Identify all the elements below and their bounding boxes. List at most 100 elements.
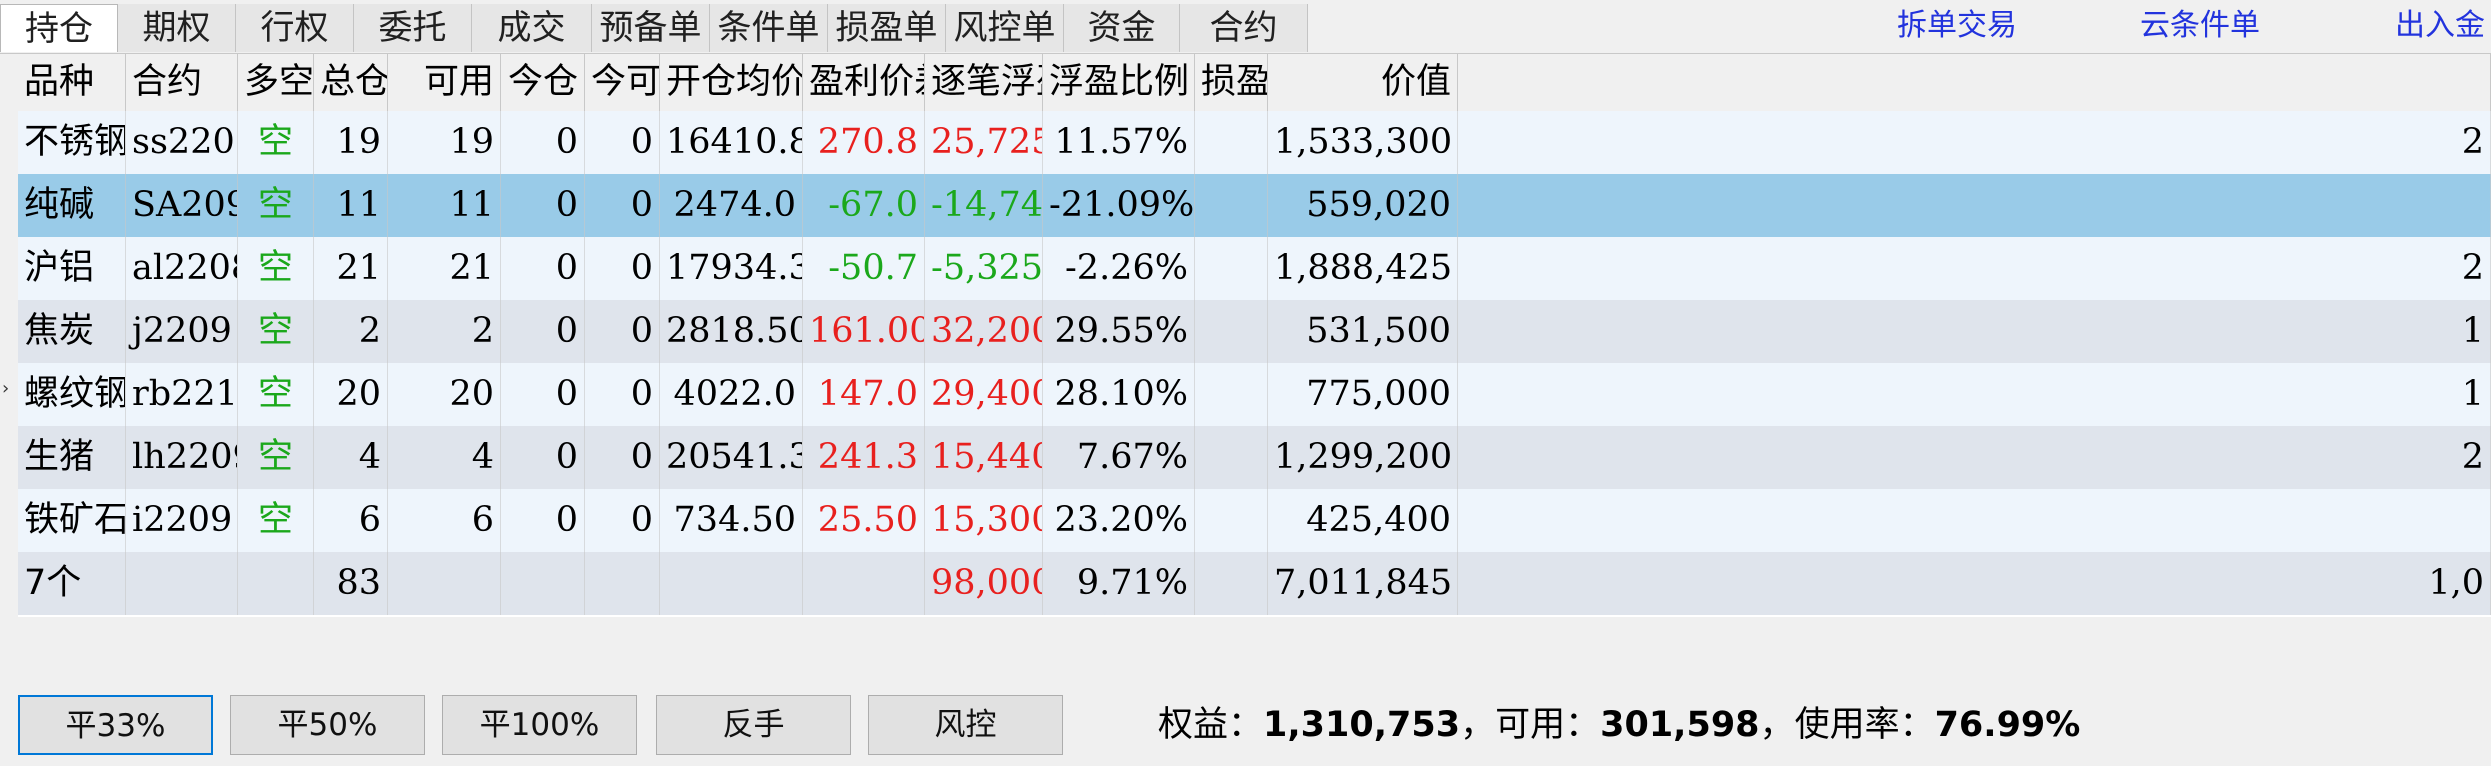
header-direction[interactable]: 多空 xyxy=(238,54,314,111)
cell-contract: ss2208 xyxy=(126,111,238,174)
header-total-qty[interactable]: 总仓 xyxy=(314,54,388,111)
tab-1[interactable]: 期权 xyxy=(118,4,236,52)
cell-stop-profit-loss xyxy=(1195,237,1268,300)
header-today-available[interactable]: 今可用 xyxy=(585,54,660,111)
table-row[interactable]: 螺纹钢rb2210空2020004022.0147.029,40028.10%7… xyxy=(18,363,2491,426)
header-product[interactable]: 品种 xyxy=(18,54,126,111)
cell-float-pnl: -5,325 xyxy=(925,237,1043,300)
cell-contract: j2209 xyxy=(126,300,238,363)
table-row[interactable]: 不锈钢ss2208空19190016410.8270.825,72511.57%… xyxy=(18,111,2491,174)
cell-contract: rb2210 xyxy=(126,363,238,426)
cell-product: 沪铝 xyxy=(18,237,126,300)
risk-control-button[interactable]: 风控 xyxy=(868,695,1063,755)
total-pnl-ratio: 9.71% xyxy=(1043,552,1195,615)
cell-float-pnl: 15,300 xyxy=(925,489,1043,552)
tab-4[interactable]: 成交 xyxy=(472,4,592,52)
cell-market-value: 775,000 xyxy=(1268,363,1458,426)
reverse-position-button[interactable]: 反手 xyxy=(656,695,851,755)
table-row[interactable]: 纯碱SA209空1111002474.0-67.0-14,740-21.09%5… xyxy=(18,174,2491,237)
cell-today-available: 0 xyxy=(585,489,660,552)
cell-float-pnl: 32,200 xyxy=(925,300,1043,363)
tab-6[interactable]: 条件单 xyxy=(710,4,828,52)
cell-total-qty: 19 xyxy=(314,111,388,174)
tab-7[interactable]: 损盈单 xyxy=(828,4,946,52)
cell-product: 生猪 xyxy=(18,426,126,489)
cell-open-avg-price: 16410.8 xyxy=(660,111,803,174)
cell-stop-profit-loss xyxy=(1195,174,1268,237)
table-row[interactable]: 焦炭 j2209 空 2 2 0 0 2818.50 161.00 32,200 29.55% 531… xyxy=(18,300,2491,363)
equity-value: 1,310,753 xyxy=(1263,705,1461,745)
cell-product: 铁矿石 xyxy=(18,489,126,552)
tab-3[interactable]: 委托 xyxy=(354,4,472,52)
tab-0[interactable]: 持仓 xyxy=(0,4,118,52)
close-33-button[interactable]: 平33% xyxy=(18,695,213,755)
header-float-pnl[interactable]: 逐笔浮盈 xyxy=(925,54,1043,111)
header-pnl-ratio[interactable]: 浮盈比例 xyxy=(1043,54,1195,111)
summary-separator: ， xyxy=(1460,705,1496,745)
summary-separator: ， xyxy=(1759,705,1795,745)
header-market-value[interactable]: 价值 xyxy=(1268,54,1458,111)
cell-market-value: 1,299,200 xyxy=(1268,426,1458,489)
cell-profit-spread: 147.0 xyxy=(803,363,925,426)
header-available-qty[interactable]: 可用 xyxy=(388,54,501,111)
cell-today-qty: 0 xyxy=(501,426,585,489)
header-stop-profit-loss[interactable]: 损盈 xyxy=(1195,54,1268,111)
table-row[interactable]: 沪铝al2208空21210017934.3-50.7-5,325-2.26%1… xyxy=(18,237,2491,300)
cloud-condition-order-link[interactable]: 云条件单 xyxy=(2140,6,2260,46)
account-summary: 权益：1,310,753，可用：301,598，使用率：76.99% xyxy=(1158,698,2080,752)
total-stop-profit-loss xyxy=(1195,552,1268,615)
table-row[interactable]: 铁矿石 i2209 空 6 6 0 0 734.50 25.50 15,300 23.20% 425,… xyxy=(18,489,2491,552)
cell-today-available: 0 xyxy=(585,237,660,300)
cell-today-available: 0 xyxy=(585,300,660,363)
table-header: 品种合约多空总仓可用今仓今可用开仓均价盈利价差逐笔浮盈浮盈比例损盈价值 xyxy=(18,54,2491,112)
cell-market-value: 559,020 xyxy=(1268,174,1458,237)
total-open-avg-price xyxy=(660,552,803,615)
total-product: 7个 xyxy=(18,552,126,615)
cell-profit-spread: -50.7 xyxy=(803,237,925,300)
total-contract xyxy=(126,552,238,615)
cell-pnl-ratio: 23.20% xyxy=(1043,489,1195,552)
cell-available-qty: 4 xyxy=(388,426,501,489)
cell-today-qty: 0 xyxy=(501,489,585,552)
cell-total-qty: 6 xyxy=(314,489,388,552)
header-contract[interactable]: 合约 xyxy=(126,54,238,111)
cell-total-qty: 11 xyxy=(314,174,388,237)
cell-float-pnl: 25,725 xyxy=(925,111,1043,174)
header-open-avg-price[interactable]: 开仓均价 xyxy=(660,54,803,111)
cell-float-pnl: 15,440 xyxy=(925,426,1043,489)
close-100-button[interactable]: 平100% xyxy=(442,695,637,755)
tab-8[interactable]: 风控单 xyxy=(946,4,1064,52)
total-extra-column: 1,0 xyxy=(1458,552,2491,615)
header-extra-column[interactable] xyxy=(1458,54,2491,111)
close-50-button[interactable]: 平50% xyxy=(230,695,425,755)
tab-10[interactable]: 合约 xyxy=(1180,4,1308,52)
cell-market-value: 1,533,300 xyxy=(1268,111,1458,174)
cell-direction: 空 xyxy=(238,363,314,426)
cell-profit-spread: 161.00 xyxy=(803,300,925,363)
header-today-qty[interactable]: 今仓 xyxy=(501,54,585,111)
cell-open-avg-price: 20541.3 xyxy=(660,426,803,489)
cell-today-qty: 0 xyxy=(501,111,585,174)
cell-available-qty: 20 xyxy=(388,363,501,426)
cell-product: 不锈钢 xyxy=(18,111,126,174)
cell-available-qty: 19 xyxy=(388,111,501,174)
cell-open-avg-price: 17934.3 xyxy=(660,237,803,300)
split-order-link[interactable]: 拆单交易 xyxy=(1897,6,2017,46)
cell-direction: 空 xyxy=(238,237,314,300)
cell-stop-profit-loss xyxy=(1195,363,1268,426)
tab-2[interactable]: 行权 xyxy=(236,4,354,52)
deposit-withdraw-link[interactable]: 出入金 xyxy=(2395,6,2485,46)
cell-today-qty: 0 xyxy=(501,174,585,237)
tab-9[interactable]: 资金 xyxy=(1064,4,1180,52)
cell-today-qty: 0 xyxy=(501,300,585,363)
tab-5[interactable]: 预备单 xyxy=(592,4,710,52)
total-total-qty: 83 xyxy=(314,552,388,615)
cell-extra-column: 2 xyxy=(1458,237,2491,300)
cell-market-value: 425,400 xyxy=(1268,489,1458,552)
tab-bar: 持仓 期权 行权 委托 成交 预备单 条件单 损盈单 风控单 资金 合约 拆单交易 云条件单 出入金 xyxy=(0,0,2491,54)
usage-value: 76.99% xyxy=(1934,705,2081,745)
cell-contract: al2208 xyxy=(126,237,238,300)
cell-today-available: 0 xyxy=(585,426,660,489)
header-profit-spread[interactable]: 盈利价差 xyxy=(803,54,925,111)
table-row[interactable]: 生猪lh2209空440020541.3241.315,4407.67%1,29… xyxy=(18,426,2491,489)
